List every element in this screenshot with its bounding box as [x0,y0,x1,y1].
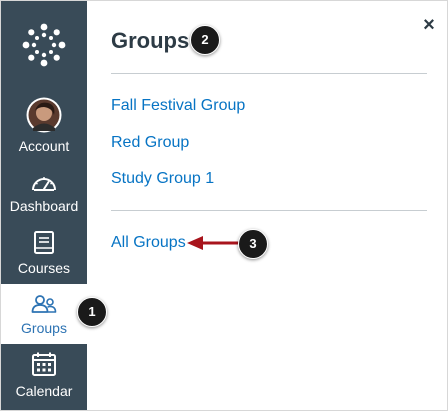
divider [111,210,427,211]
group-link-red-group[interactable]: Red Group [111,133,189,153]
nav-label-calendar: Calendar [15,383,73,399]
user-avatar-icon [26,97,62,133]
nav-item-dashboard[interactable]: Dashboard [1,167,87,227]
nav-label-groups: Groups [21,320,67,336]
tray-title: Groups [111,28,190,53]
nav-label-account: Account [18,138,70,154]
all-groups-link[interactable]: All Groups [111,233,186,253]
step-badge-2: 2 [190,25,220,55]
groups-tray-screenshot: Account Dashboard Courses Groups Calenda… [0,0,448,411]
nav-label-courses: Courses [17,260,71,276]
nav-item-account[interactable]: Account [1,91,87,157]
groups-people-icon [31,294,57,314]
close-icon[interactable]: × [419,15,439,35]
canvas-logo-icon[interactable] [22,23,66,67]
group-link-study-group-1[interactable]: Study Group 1 [111,169,214,189]
step-badge-1: 1 [77,297,107,327]
nav-item-calendar[interactable]: Calendar [1,344,87,410]
group-link-fall-festival[interactable]: Fall Festival Group [111,96,245,116]
calendar-icon [32,352,56,376]
dashboard-gauge-icon [31,173,57,193]
arrow-icon [187,236,241,250]
book-icon [33,231,55,255]
divider [111,73,427,74]
nav-item-courses[interactable]: Courses [1,227,87,287]
step-badge-3: 3 [238,229,268,259]
nav-item-groups[interactable]: Groups [1,284,87,344]
nav-label-dashboard: Dashboard [9,198,79,214]
global-navigation: Account Dashboard Courses Groups Calenda… [1,1,87,410]
